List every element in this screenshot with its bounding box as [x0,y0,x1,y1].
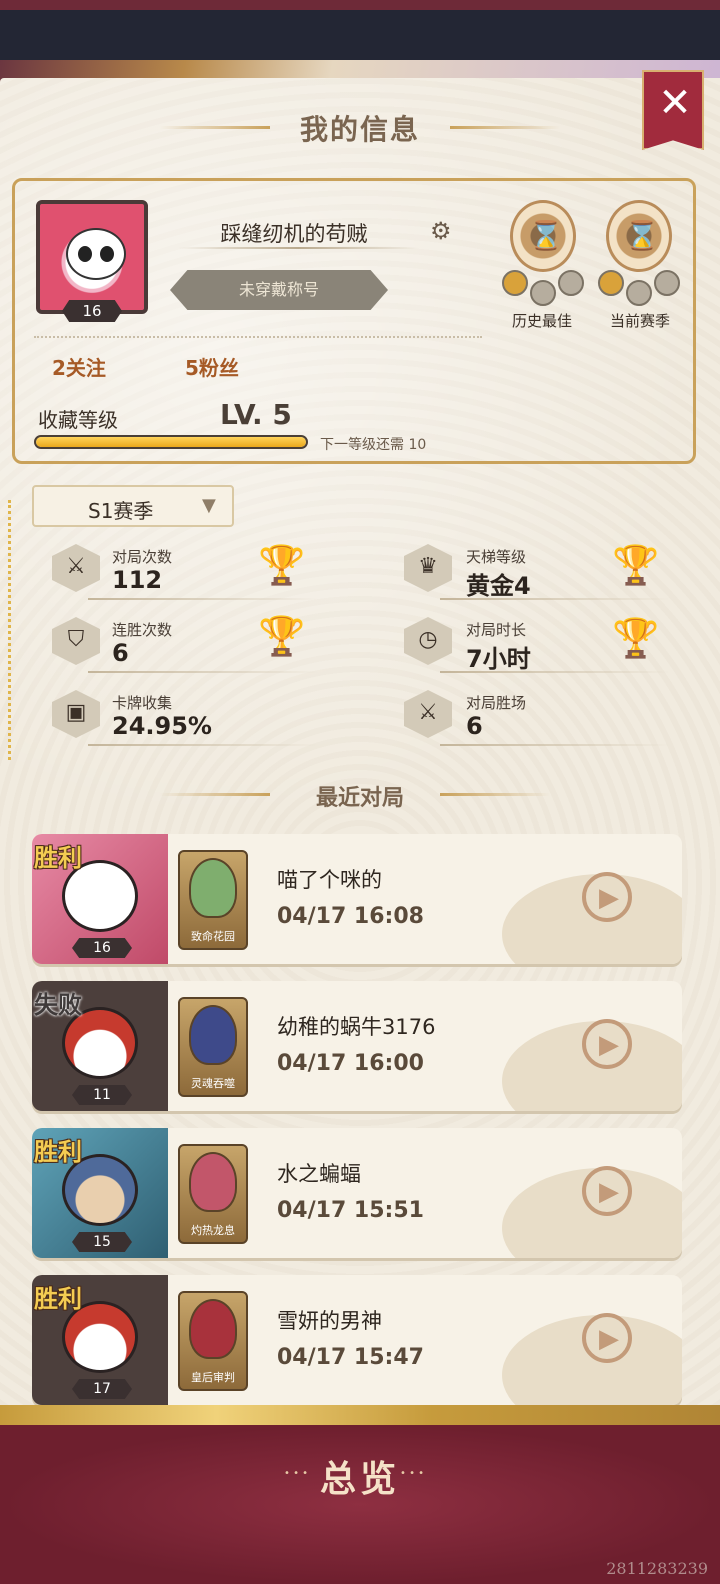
match-result: 胜利 [34,1138,82,1166]
opponent-name: 雪妍的男神 [277,1309,382,1333]
rank-label-best: 历史最佳 [512,312,573,330]
moon-rank-dot-icon [598,270,624,296]
stat-value: 6 [112,639,129,667]
match-card[interactable]: 11 失败 灵魂吞噬 幼稚的蜗牛3176 04/17 16:00 ▶ [32,981,682,1111]
progress-fill [36,437,306,447]
deck-card: 皇后审判 [178,1291,248,1391]
replay-button[interactable]: ▶ [582,1313,632,1363]
deck-card-name: 灼热龙息 [191,1224,235,1237]
match-result: 胜利 [34,844,82,872]
triangle-down-icon: ▼ [202,495,216,516]
deck-card: 灵魂吞噬 [178,997,248,1097]
replay-button[interactable]: ▶ [582,1166,632,1216]
stat-value: 6 [466,712,483,740]
match-level-badge: 11 [72,1085,132,1105]
stat-value: 黄金4 [466,572,531,600]
dragon-girl-portrait-icon [189,1152,237,1212]
collection-progress-bar [34,435,308,449]
silver-trophy-icon: 🏆 [612,543,660,587]
stat-label: 对局胜场 [466,694,527,712]
avatar-eye-icon [78,246,92,262]
queen-portrait-icon [189,1299,237,1359]
replay-button[interactable]: ▶ [582,1019,632,1069]
stat-label: 卡牌收集 [112,694,173,712]
match-time: 04/17 16:00 [277,1051,424,1076]
stat-label: 对局时长 [466,621,527,639]
opponent-name: 幼稚的蜗牛3176 [277,1015,436,1039]
gold-border [0,1405,720,1427]
page-title: 我的信息 [299,113,420,146]
following-count[interactable]: 2关注 [52,352,106,381]
username-underline [178,247,418,249]
avatar-face-icon [66,228,126,280]
deck-card-name: 致命花园 [191,930,235,943]
collection-label: 收藏等级 [38,408,118,432]
deck-card: 灼热龙息 [178,1144,248,1244]
stat-underline [88,671,318,673]
play-icon: ▶ [599,1177,619,1207]
opponent-name: 喵了个咪的 [277,868,382,892]
stat-label: 天梯等级 [466,548,527,566]
deck-card: 致命花园 [178,850,248,950]
top-strip [0,0,720,10]
match-time: 04/17 15:47 [277,1345,424,1370]
season-value: S1赛季 [88,499,154,523]
iron-trophy-icon: 🏆 [612,616,660,660]
moon-rank-dot-icon [502,270,528,296]
deck-card-name: 灵魂吞噬 [191,1077,235,1090]
opponent-name: 水之蝙蝠 [277,1162,361,1186]
hourglass-rank-icon[interactable] [510,200,579,272]
rank-dot-icon [530,280,556,306]
hourglass-rank-icon[interactable] [606,200,675,272]
match-level-badge: 15 [72,1232,132,1252]
replay-button[interactable]: ▶ [582,872,632,922]
overview-tab[interactable]: 总览 [0,1450,720,1502]
stat-label: 连胜次数 [112,621,173,639]
match-result: 胜利 [34,1285,82,1313]
reaper-portrait-icon [189,1005,237,1065]
watermark-id: 2811283239 [606,1559,708,1578]
stat-underline [440,744,670,746]
stat-value: 112 [112,566,163,594]
avatar[interactable] [36,200,148,314]
match-result: 失败 [34,991,82,1019]
avatar-level-badge: 16 [62,300,122,322]
rank-label-current: 当前赛季 [610,312,671,330]
recent-matches-title: 最近对局 [315,786,404,811]
rank-dot-icon [626,280,652,306]
gear-icon[interactable]: ⚙ [430,217,456,245]
next-level-text: 下一等级还需 10 [320,437,427,453]
followers-count[interactable]: 5粉丝 [185,352,239,381]
dotted-border [8,500,12,760]
stat-label: 对局次数 [112,548,173,566]
stat-underline [88,744,318,746]
avatar-eye-icon [100,246,114,262]
match-card[interactable]: 17 胜利 皇后审判 雪妍的男神 04/17 15:47 ▶ [32,1275,682,1405]
play-icon: ▶ [599,1324,619,1354]
title-badge-button[interactable]: 未穿戴称号 [170,270,388,310]
deck-card-name: 皇后审判 [191,1371,235,1384]
stat-value: 24.95% [112,712,212,740]
stat-underline [440,671,670,673]
match-level-badge: 16 [72,938,132,958]
stat-value: 7小时 [466,645,531,673]
match-card[interactable]: 16 胜利 致命花园 喵了个咪的 04/17 16:08 ▶ [32,834,682,964]
elf-portrait-icon [189,858,237,918]
match-time: 04/17 15:51 [277,1198,424,1223]
rank-dot-icon [654,270,680,296]
username: 踩缝纫机的苟贼 [220,222,368,246]
bronze-trophy-icon: 🏆 [258,543,306,587]
gold-trophy-icon: 🏆 [258,614,306,658]
rank-dot-icon [558,270,584,296]
match-time: 04/17 16:08 [277,904,424,929]
collection-level: LV. 5 [220,398,292,431]
season-dropdown[interactable]: S1赛季 ▼ [32,485,234,527]
stat-underline [440,598,670,600]
play-icon: ▶ [599,1030,619,1060]
divider [34,336,482,338]
play-icon: ▶ [599,883,619,913]
match-card[interactable]: 15 胜利 灼热龙息 水之蝙蝠 04/17 15:51 ▶ [32,1128,682,1258]
stat-underline [88,598,318,600]
match-level-badge: 17 [72,1379,132,1399]
